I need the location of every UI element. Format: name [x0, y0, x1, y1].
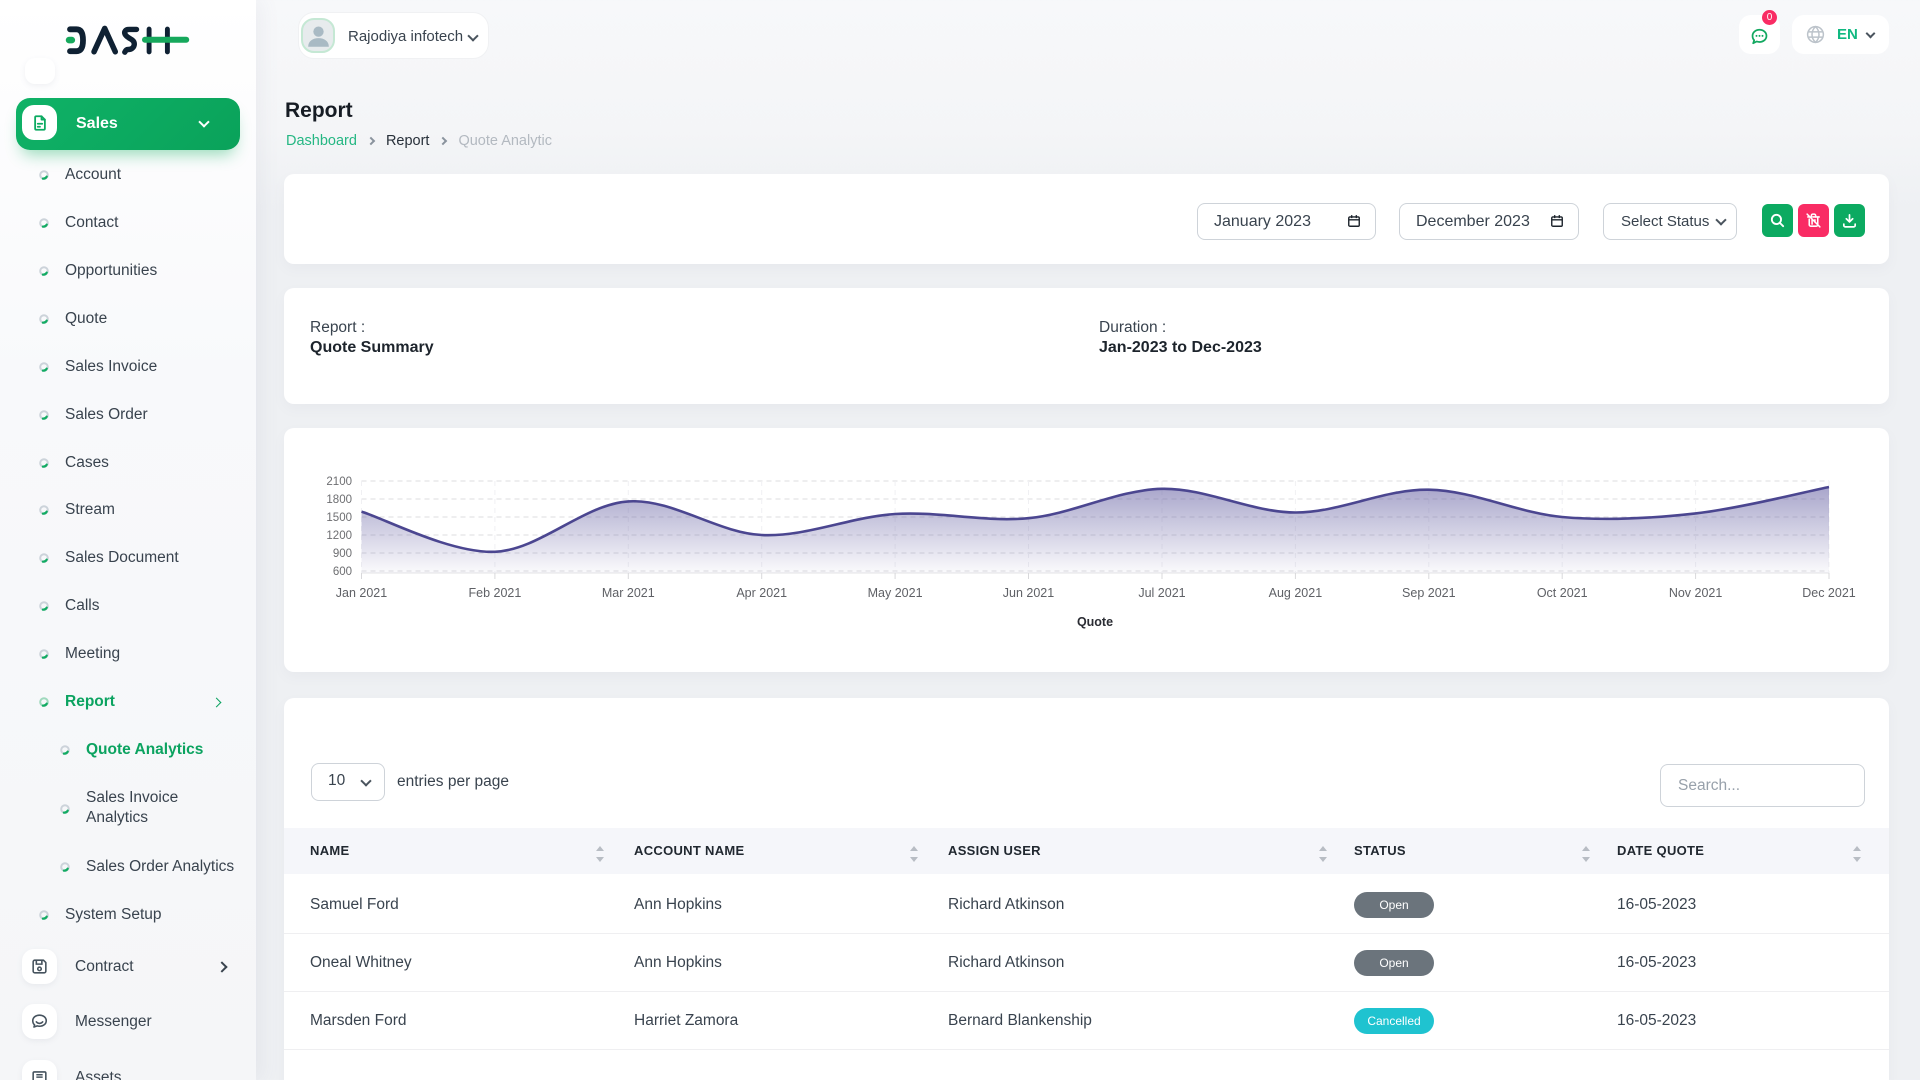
svg-text:Quote: Quote	[1077, 615, 1113, 629]
svg-text:Mar 2021: Mar 2021	[602, 586, 655, 600]
svg-text:Dec 2021: Dec 2021	[1802, 586, 1856, 600]
svg-text:1500: 1500	[326, 512, 352, 524]
svg-text:Apr 2021: Apr 2021	[736, 586, 787, 600]
svg-text:2100: 2100	[326, 476, 352, 488]
svg-text:May 2021: May 2021	[868, 586, 923, 600]
svg-text:Sep 2021: Sep 2021	[1402, 586, 1456, 600]
svg-text:Aug 2021: Aug 2021	[1269, 586, 1323, 600]
svg-text:Nov 2021: Nov 2021	[1669, 586, 1723, 600]
svg-text:1800: 1800	[326, 494, 352, 506]
svg-text:Jun 2021: Jun 2021	[1003, 586, 1054, 600]
svg-text:1200: 1200	[326, 530, 352, 542]
svg-text:Feb 2021: Feb 2021	[468, 586, 521, 600]
svg-text:600: 600	[333, 566, 352, 578]
svg-text:Oct 2021: Oct 2021	[1537, 586, 1588, 600]
svg-text:900: 900	[333, 548, 352, 560]
svg-text:Jan 2021: Jan 2021	[336, 586, 387, 600]
svg-text:Jul 2021: Jul 2021	[1138, 586, 1185, 600]
